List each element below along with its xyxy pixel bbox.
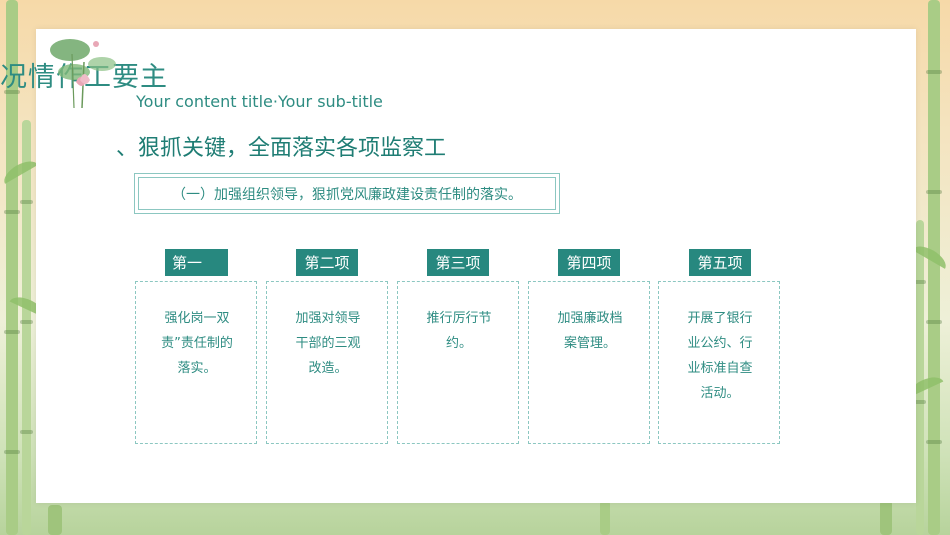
item-text-5: 开展了银行业公约、行业标准自查活动。	[687, 311, 753, 401]
item-box-1: 强化岗一双责”责任制的落实。	[135, 281, 257, 444]
item-label-3: 第三项	[427, 249, 489, 276]
page-subtitle: Your content title·Your sub-title	[136, 92, 383, 111]
item-text-1: 强化岗一双责”责任制的落实。	[161, 311, 233, 376]
topic-box: （一）加强组织领导，狠抓党风廉政建设责任制的落实。	[134, 173, 560, 214]
section-title: 、狠抓关键，全面落实各项监察工	[116, 136, 447, 161]
item-text-3: 推行厉行节约。	[426, 311, 492, 351]
item-label-5: 第五项	[689, 249, 751, 276]
lotus-illustration	[50, 39, 116, 109]
item-text-2: 加强对领导干部的三观改造。	[295, 311, 361, 376]
topic-text: （一）加强组织领导，狠抓党风廉政建设责任制的落实。	[138, 177, 556, 210]
item-box-3: 推行厉行节约。	[397, 281, 519, 444]
item-label-1: 第一	[165, 249, 228, 276]
item-box-5: 开展了银行业公约、行业标准自查活动。	[658, 281, 780, 444]
item-label-4: 第四项	[558, 249, 620, 276]
item-box-4: 加强廉政档案管理。	[528, 281, 650, 444]
item-box-2: 加强对领导干部的三观改造。	[266, 281, 388, 444]
item-label-2: 第二项	[296, 249, 358, 276]
item-text-4: 加强廉政档案管理。	[557, 311, 623, 351]
